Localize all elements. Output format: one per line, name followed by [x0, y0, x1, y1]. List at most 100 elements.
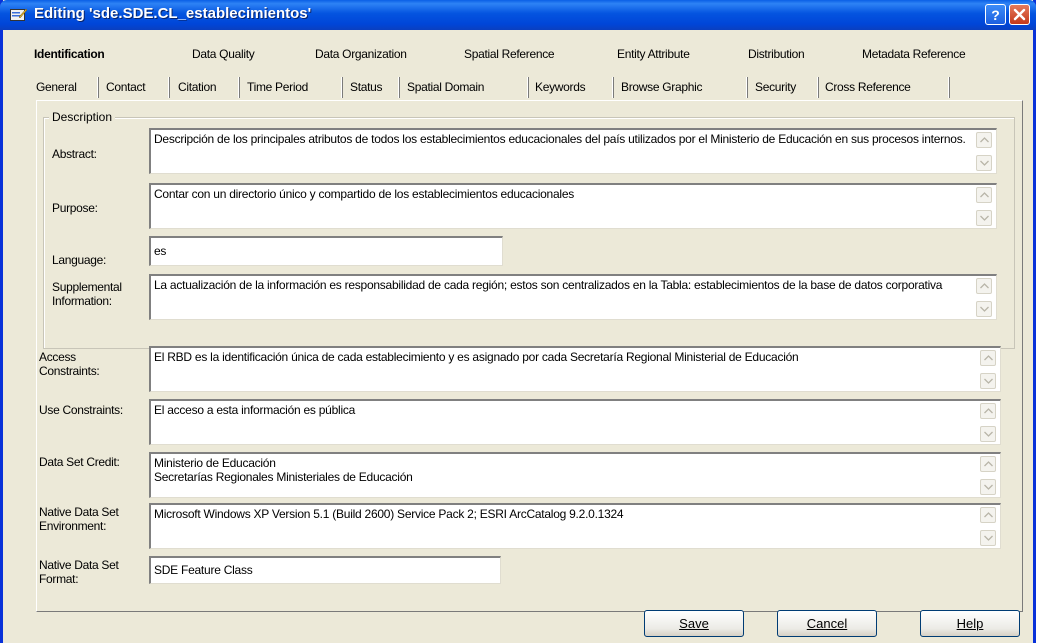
language-text: es [154, 244, 167, 258]
scroll-down-button[interactable] [980, 426, 996, 442]
tab-divider [527, 77, 529, 98]
supplemental-scrollbar[interactable] [976, 278, 994, 317]
tab-divider [817, 77, 819, 98]
scroll-down-button[interactable] [980, 479, 996, 495]
scroll-up-arrow-icon [984, 461, 993, 467]
tab-data-organization[interactable]: Data Organization [315, 47, 407, 61]
tab-identification[interactable]: Identification [34, 47, 105, 61]
cancel-button-label: Cancel [806, 616, 848, 631]
tab-divider [341, 77, 343, 98]
scroll-down-button[interactable] [980, 373, 996, 389]
data-set-credit-text: Ministerio de Educación Secretarías Regi… [154, 456, 413, 484]
purpose-field[interactable]: Contar con un directorio único y compart… [149, 183, 997, 229]
tab-cross-reference[interactable]: Cross Reference [825, 75, 911, 99]
access-constraints-text: El RBD es la identificación única de cad… [154, 350, 799, 364]
scroll-up-arrow-icon [984, 512, 993, 518]
abstract-label: Abstract: [52, 147, 97, 161]
purpose-label: Purpose: [52, 201, 98, 215]
cancel-button[interactable]: Cancel [777, 610, 877, 637]
tab-divider [612, 77, 614, 98]
scroll-up-button[interactable] [976, 187, 992, 203]
scroll-up-arrow-icon [980, 192, 989, 198]
scroll-down-button[interactable] [976, 210, 992, 226]
scroll-down-button[interactable] [976, 155, 992, 171]
supplemental-information-label: Supplemental Information: [52, 280, 122, 308]
tab-data-quality[interactable]: Data Quality [192, 47, 255, 61]
native-data-set-environment-label: Native Data Set Environment: [39, 505, 119, 533]
tab-divider [238, 77, 240, 98]
metadata-editor-icon [10, 8, 27, 21]
tab-metadata-reference[interactable]: Metadata Reference [862, 47, 966, 61]
data-set-credit-field[interactable]: Ministerio de Educación Secretarías Regi… [149, 452, 1001, 498]
scroll-down-arrow-icon [984, 378, 993, 384]
scroll-down-arrow-icon [980, 160, 989, 166]
native-environment-scrollbar[interactable] [980, 507, 998, 546]
scroll-up-arrow-icon [984, 408, 993, 414]
scroll-up-button[interactable] [980, 456, 996, 472]
data-set-credit-label: Data Set Credit: [39, 455, 120, 469]
data-set-credit-scrollbar[interactable] [980, 456, 998, 495]
tab-browse-graphic[interactable]: Browse Graphic [621, 75, 702, 99]
tab-general[interactable]: General [36, 75, 77, 99]
tab-divider [948, 77, 950, 98]
scroll-down-arrow-icon [980, 306, 989, 312]
save-button[interactable]: Save [644, 610, 744, 637]
native-data-set-environment-text: Microsoft Windows XP Version 5.1 (Build … [154, 507, 624, 521]
scroll-down-button[interactable] [980, 530, 996, 546]
tab-divider [168, 77, 170, 98]
help-title-button[interactable]: ? [985, 4, 1006, 25]
supplemental-information-field[interactable]: La actualización de la información es re… [149, 274, 997, 320]
scroll-down-button[interactable] [976, 301, 992, 317]
window-title: Editing 'sde.SDE.CL_establecimientos' [34, 5, 312, 22]
scroll-up-arrow-icon [980, 137, 989, 143]
scroll-up-button[interactable] [980, 507, 996, 523]
tab-security[interactable]: Security [755, 75, 796, 99]
supplemental-information-text: La actualización de la información es re… [154, 278, 943, 292]
tab-citation[interactable]: Citation [178, 75, 217, 99]
question-icon: ? [991, 7, 1000, 23]
tab-spatial-reference[interactable]: Spatial Reference [464, 47, 555, 61]
scroll-up-button[interactable] [980, 403, 996, 419]
tab-status[interactable]: Status [350, 75, 383, 99]
scroll-up-arrow-icon [980, 283, 989, 289]
native-data-set-environment-field[interactable]: Microsoft Windows XP Version 5.1 (Build … [149, 503, 1001, 549]
use-constraints-label: Use Constraints: [39, 403, 123, 417]
close-icon [1013, 8, 1026, 21]
scroll-up-button[interactable] [980, 350, 996, 366]
use-constraints-scrollbar[interactable] [980, 403, 998, 442]
access-constraints-field[interactable]: El RBD es la identificación única de cad… [149, 346, 1001, 392]
tab-divider [398, 77, 400, 98]
purpose-scrollbar[interactable] [976, 187, 994, 226]
tab-contact[interactable]: Contact [106, 75, 146, 99]
close-button[interactable] [1009, 4, 1030, 25]
scroll-down-arrow-icon [984, 484, 993, 490]
description-legend: Description [49, 110, 116, 124]
use-constraints-text: El acceso a esta información es pública [154, 403, 356, 417]
access-constraints-scrollbar[interactable] [980, 350, 998, 389]
tab-divider [746, 77, 748, 98]
abstract-field[interactable]: Descripción de los principales atributos… [149, 128, 997, 174]
scroll-down-arrow-icon [984, 431, 993, 437]
scroll-up-button[interactable] [976, 278, 992, 294]
language-label: Language: [52, 253, 107, 267]
tab-spatial-domain[interactable]: Spatial Domain [407, 75, 484, 99]
access-constraints-label: Access Constraints: [39, 350, 100, 378]
tab-time-period[interactable]: Time Period [247, 75, 308, 99]
native-data-set-format-text: SDE Feature Class [154, 563, 253, 577]
language-field[interactable]: es [149, 236, 503, 266]
scroll-down-arrow-icon [984, 535, 993, 541]
purpose-text: Contar con un directorio único y compart… [154, 187, 574, 201]
svg-text:?: ? [991, 7, 1000, 23]
scroll-up-button[interactable] [976, 132, 992, 148]
tab-keywords[interactable]: Keywords [535, 75, 586, 99]
scroll-down-arrow-icon [980, 215, 989, 221]
scroll-up-arrow-icon [984, 355, 993, 361]
help-button-label: Help [956, 616, 984, 631]
use-constraints-field[interactable]: El acceso a esta información es pública [149, 399, 1001, 445]
tab-entity-attribute[interactable]: Entity Attribute [617, 47, 690, 61]
abstract-scrollbar[interactable] [976, 132, 994, 171]
native-data-set-format-field[interactable]: SDE Feature Class [149, 556, 501, 584]
title-bar[interactable]: Editing 'sde.SDE.CL_establecimientos' ? [0, 0, 1036, 30]
tab-distribution[interactable]: Distribution [748, 47, 805, 61]
help-button[interactable]: Help [920, 610, 1020, 637]
